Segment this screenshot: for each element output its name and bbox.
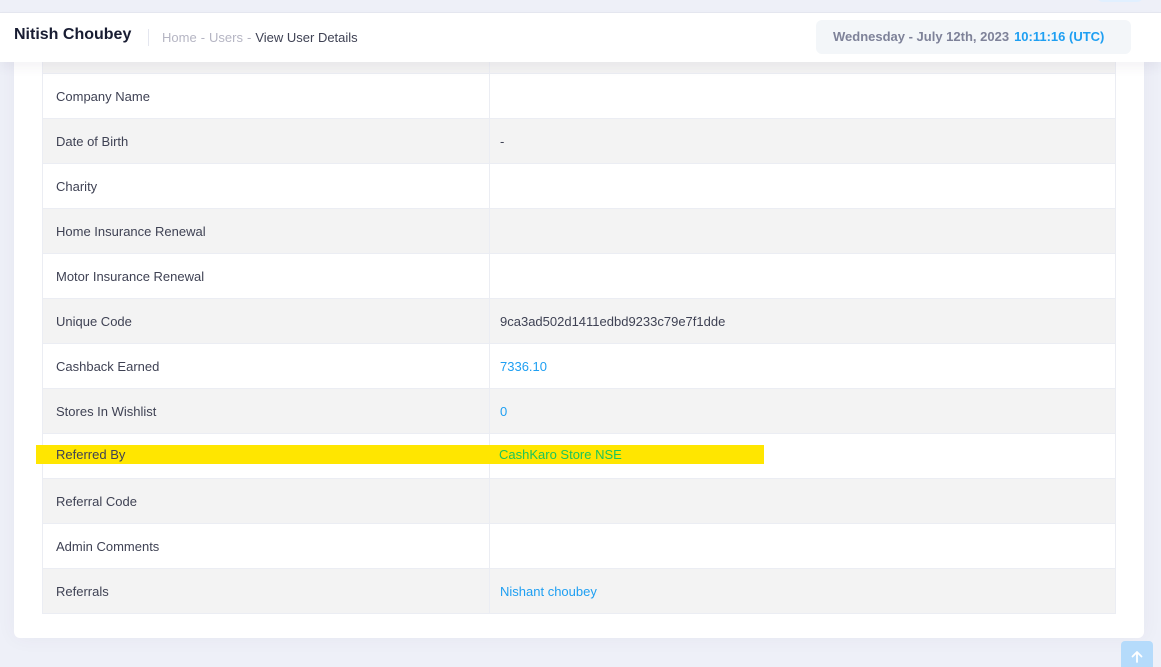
referrals-link[interactable]: Nishant choubey — [500, 584, 597, 599]
header-divider — [148, 29, 149, 46]
admin-comments-value — [489, 523, 1116, 569]
row-label-admin-comments: Admin Comments — [42, 523, 490, 569]
current-time: 10:11:16 (UTC) — [1014, 29, 1105, 44]
row-label-unique-code: Unique Code — [42, 298, 490, 344]
referral-code-value — [489, 478, 1116, 524]
breadcrumb-separator: - — [246, 30, 252, 45]
table-row: Home Insurance Renewal — [42, 208, 1116, 254]
home-insurance-renewal-value — [489, 208, 1116, 254]
motor-insurance-renewal-value — [489, 253, 1116, 299]
charity-value — [489, 163, 1116, 209]
referrals-cell: Nishant choubey — [489, 568, 1116, 614]
breadcrumb: Home - Users - View User Details — [162, 30, 358, 45]
table-row: Company Name — [42, 73, 1116, 119]
arrow-up-icon — [1131, 651, 1143, 663]
unique-code-value: 9ca3ad502d1411edbd9233c79e7f1dde — [489, 298, 1116, 344]
stores-in-wishlist-link[interactable]: 0 — [500, 404, 507, 419]
page-header: Nitish Choubey Home - Users - View User Deta… — [0, 12, 1161, 62]
row-label-referral-code: Referral Code — [42, 478, 490, 524]
breadcrumb-separator: - — [200, 30, 206, 45]
table-row: Unique Code 9ca3ad502d1411edbd9233c79e7f… — [42, 298, 1116, 344]
table-row: Charity — [42, 163, 1116, 209]
row-label-charity: Charity — [42, 163, 490, 209]
company-name-value — [489, 73, 1116, 119]
breadcrumb-current: View User Details — [255, 30, 358, 45]
date-time-display: Wednesday - July 12th, 2023 10:11:16 (UTC… — [816, 20, 1131, 54]
referred-by-highlight — [36, 445, 764, 464]
table-row: Referral Code — [42, 478, 1116, 524]
row-label-company-name: Company Name — [42, 73, 490, 119]
date-of-birth-value: - — [489, 118, 1116, 164]
breadcrumb-users[interactable]: Users — [209, 30, 243, 45]
referred-by-link[interactable]: CashKaro Store NSE — [499, 447, 622, 462]
table-row: Motor Insurance Renewal — [42, 253, 1116, 299]
cashback-earned-cell: 7336.10 — [489, 343, 1116, 389]
scroll-top-button[interactable] — [1121, 641, 1153, 667]
row-label-referrals: Referrals — [42, 568, 490, 614]
breadcrumb-home[interactable]: Home — [162, 30, 197, 45]
table-row: Admin Comments — [42, 523, 1116, 569]
row-label-stores-in-wishlist: Stores In Wishlist — [42, 388, 490, 434]
stores-in-wishlist-cell: 0 — [489, 388, 1116, 434]
table-row: Cashback Earned 7336.10 — [42, 343, 1116, 389]
row-label-motor-insurance-renewal: Motor Insurance Renewal — [42, 253, 490, 299]
row-label-home-insurance-renewal: Home Insurance Renewal — [42, 208, 490, 254]
row-label-date-of-birth: Date of Birth — [42, 118, 490, 164]
top-corner-element — [1097, 0, 1143, 2]
current-date: Wednesday - July 12th, 2023 — [833, 29, 1010, 44]
row-label-cashback-earned: Cashback Earned — [42, 343, 490, 389]
page-title: Nitish Choubey — [14, 26, 132, 43]
cashback-earned-link[interactable]: 7336.10 — [500, 359, 547, 374]
table-row: Date of Birth - — [42, 118, 1116, 164]
table-row: Referrals Nishant choubey — [42, 568, 1116, 614]
table-row: Stores In Wishlist 0 — [42, 388, 1116, 434]
row-label-referred-by: Referred By — [56, 447, 126, 462]
user-details-table: Company Name Date of Birth - Charity Hom… — [42, 40, 1116, 614]
